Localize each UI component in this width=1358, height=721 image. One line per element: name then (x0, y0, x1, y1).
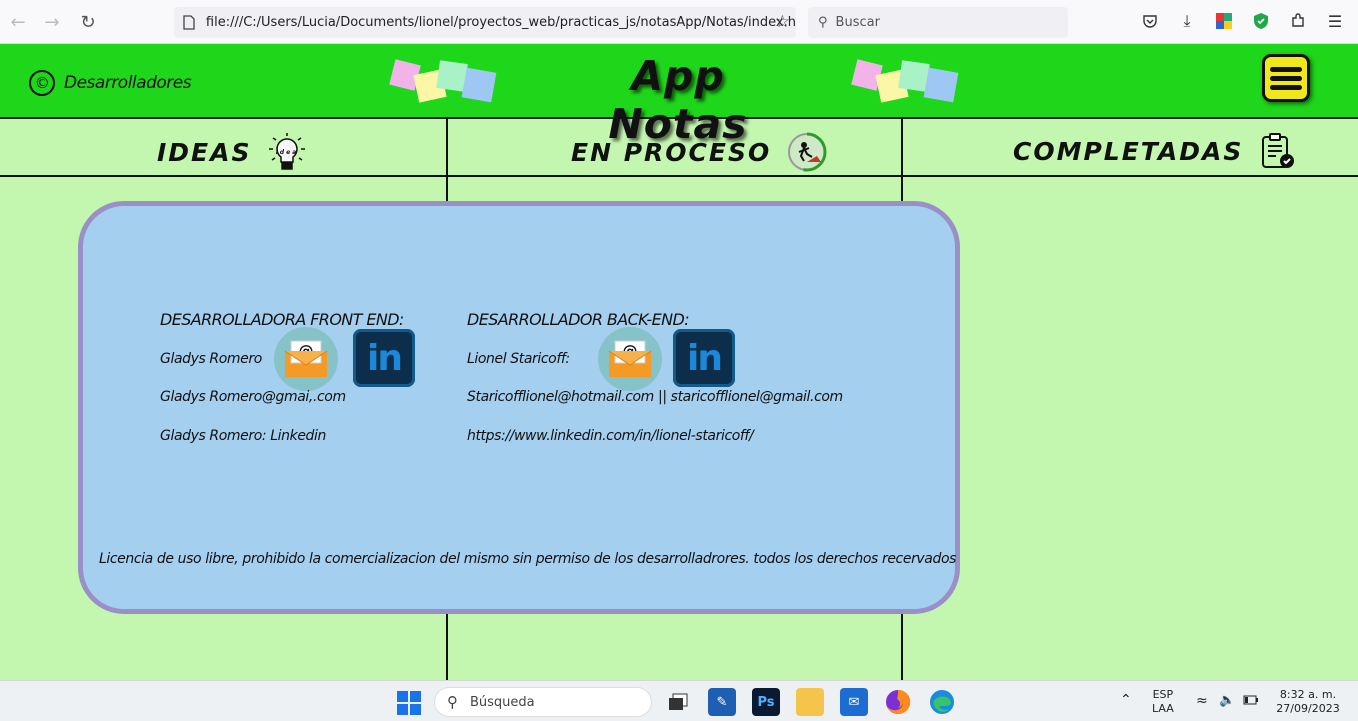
email-icon[interactable]: @ (274, 327, 338, 391)
copyright-icon: © (29, 70, 55, 96)
taskbar: ⚲ Búsqueda ✎ Ps ✉ ⌃ ESP LAA ≈ 🔈 8:32 a. … (0, 680, 1358, 721)
keyboard-layout: LAA (1152, 702, 1174, 715)
windows-start-icon[interactable] (397, 691, 421, 719)
back-end-heading: DESARROLLADOR BACK-END: (467, 310, 690, 329)
extension-colors-icon[interactable] (1213, 10, 1235, 32)
firefox-icon[interactable] (884, 688, 912, 716)
hamburger-menu-icon[interactable]: ☰ (1324, 10, 1346, 32)
menu-button[interactable] (1262, 54, 1310, 102)
clock-time: 8:32 a. m. (1279, 688, 1337, 701)
column-header-en-proceso: EN PROCESO (571, 132, 827, 172)
menu-bar (1270, 75, 1302, 81)
linkedin-icon[interactable]: in (353, 329, 415, 387)
back-end-email-secondary[interactable]: || staricofflionel@gmail.com (658, 389, 843, 405)
search-icon: ⚲ (818, 15, 828, 30)
bookmark-star-icon[interactable]: ☆ (775, 12, 790, 32)
volume-icon[interactable]: 🔈 (1219, 694, 1235, 708)
column-label: COMPLETADAS (1013, 136, 1244, 166)
browser-search-input[interactable]: ⚲ Buscar (808, 7, 1068, 38)
download-icon[interactable]: ⤓ (1176, 10, 1198, 32)
front-end-name: Gladys Romero (160, 351, 262, 367)
column-header-ideas: IDEAS idea (157, 132, 306, 172)
sticky-notes-icon (851, 59, 959, 103)
language-code: ESP (1152, 688, 1174, 701)
column-completadas (903, 119, 1358, 680)
search-icon: ⚲ (447, 693, 458, 711)
front-end-linkedin[interactable]: Gladys Romero: Linkedin (160, 428, 326, 444)
developers-link[interactable]: © Desarrolladores (29, 70, 192, 96)
mail-icon[interactable]: ✉ (840, 688, 868, 716)
worker-icon (787, 132, 827, 172)
menu-bar (1270, 66, 1302, 72)
taskbar-search-input[interactable]: ⚲ Búsqueda (434, 687, 652, 717)
browser-toolbar: ← → ↻ file:///C:/Users/Lucia/Documents/l… (0, 0, 1358, 44)
back-end-name: Lionel Staricoff: (467, 351, 570, 367)
shield-icon[interactable] (1250, 10, 1272, 32)
clock[interactable]: 8:32 a. m. 27/09/2023 (1274, 688, 1342, 716)
column-label: IDEAS (157, 137, 252, 167)
column-header-completadas: COMPLETADAS (1013, 132, 1297, 170)
menu-bar (1270, 84, 1302, 90)
linkedin-icon[interactable]: in (673, 329, 735, 387)
search-placeholder: Buscar (835, 15, 880, 30)
email-icon[interactable]: @ (598, 327, 662, 391)
svg-text:idea: idea (275, 149, 297, 156)
wifi-icon[interactable]: ≈ (1196, 694, 1208, 708)
url-bar[interactable]: file:///C:/Users/Lucia/Documents/lionel/… (174, 7, 796, 38)
lightbulb-icon: idea (268, 133, 305, 170)
file-explorer-icon[interactable] (796, 688, 824, 716)
chevron-up-icon[interactable]: ⌃ (1120, 693, 1132, 707)
front-end-email[interactable]: Gladys Romero@gmai,.com (160, 389, 346, 405)
clock-date: 27/09/2023 (1276, 702, 1340, 715)
back-arrow-icon[interactable]: ← (0, 4, 36, 40)
front-end-heading: DESARROLLADORA FRONT END: (160, 310, 404, 329)
reload-icon[interactable]: ↻ (70, 4, 106, 40)
photoshop-icon[interactable]: Ps (752, 688, 780, 716)
clipboard-check-icon (1262, 133, 1295, 168)
developers-modal: DESARROLLADORA FRONT END: Gladys Romero … (78, 201, 960, 614)
forward-arrow-icon[interactable]: → (34, 4, 70, 40)
back-end-linkedin[interactable]: https://www.linkedin.com/in/lionel-stari… (467, 428, 754, 444)
developers-label: Desarrolladores (64, 73, 192, 93)
license-text: Licencia de uso libre, prohibido la come… (99, 551, 957, 567)
pen-app-icon[interactable]: ✎ (708, 688, 736, 716)
taskbar-search-placeholder: Búsqueda (470, 694, 535, 710)
url-text: file:///C:/Users/Lucia/Documents/lionel/… (205, 15, 796, 30)
pocket-icon[interactable] (1139, 10, 1161, 32)
language-indicator[interactable]: ESP LAA (1152, 688, 1174, 716)
battery-icon[interactable] (1243, 695, 1259, 709)
sticky-notes-icon (389, 59, 497, 103)
app-header: © Desarrolladores App Notas (0, 44, 1358, 148)
edge-icon[interactable] (928, 688, 956, 716)
document-icon (182, 15, 196, 31)
task-view-icon[interactable] (664, 688, 692, 716)
back-end-email[interactable]: Staricofflionel@hotmail.com (467, 389, 654, 405)
column-label: EN PROCESO (571, 137, 772, 167)
extensions-icon[interactable] (1287, 10, 1309, 32)
